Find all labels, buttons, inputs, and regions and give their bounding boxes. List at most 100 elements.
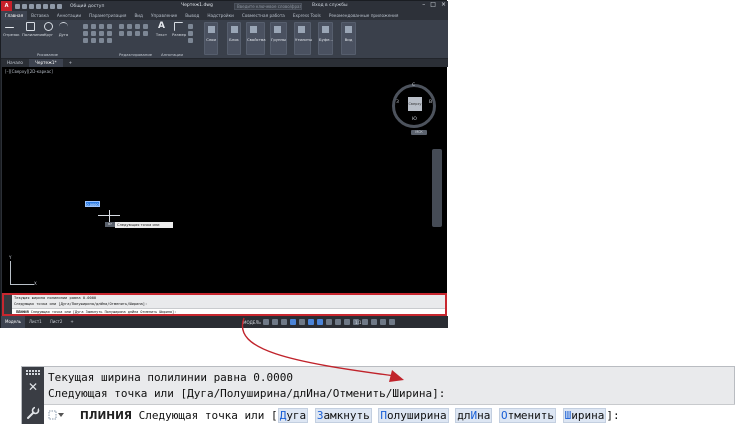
maximize-icon[interactable]: □ (430, 1, 436, 8)
rotate-icon[interactable] (107, 24, 112, 29)
ribbon-tab[interactable]: Вставка (27, 11, 53, 20)
command-line-handle[interactable] (4, 295, 12, 314)
wrench-icon[interactable] (26, 406, 40, 420)
ribbon-tab[interactable]: Главная (1, 11, 28, 20)
drawing-area[interactable]: [–][Сверху][2D-каркас] Сверху С Ю З В МС… (2, 67, 447, 293)
trim-icon[interactable] (83, 31, 88, 36)
ribbon-tab[interactable]: Рекомендованные приложения (325, 11, 403, 20)
clean-screen-icon[interactable] (380, 319, 386, 325)
dynamic-input-field[interactable]: 0.0000 (85, 201, 100, 207)
osnap-icon[interactable] (308, 319, 314, 325)
option-undo[interactable]: Отменить (499, 408, 557, 423)
scale-icon[interactable] (91, 38, 96, 43)
copy-icon[interactable] (91, 31, 96, 36)
compass-south[interactable]: Ю (412, 117, 417, 122)
otrack-icon[interactable] (317, 319, 323, 325)
isolate-icon[interactable] (371, 319, 377, 325)
option-small-2[interactable]: Полуширина (105, 310, 126, 314)
annotation-group-label[interactable]: Аннотации (161, 52, 183, 57)
table-icon[interactable] (188, 31, 193, 36)
leader-icon[interactable] (188, 24, 193, 29)
circle-tool[interactable]: Круг (42, 22, 55, 37)
option-halfwidth[interactable]: Полуширина (378, 408, 449, 423)
open-icon[interactable] (22, 3, 27, 9)
break-icon[interactable] (143, 24, 148, 29)
option-small-5[interactable]: Ширина (159, 310, 172, 314)
add-layout-icon[interactable]: + (66, 316, 77, 328)
dimension-tool[interactable]: Размер (172, 22, 186, 37)
rect-icon[interactable] (83, 24, 88, 29)
ortho-icon[interactable] (281, 319, 287, 325)
isodraft-icon[interactable] (299, 319, 305, 325)
save-as-icon[interactable] (36, 3, 41, 9)
command-input-small[interactable]: ПЛИНИЯ Следующая точка или [Дуга Замкнут… (12, 308, 445, 314)
polyline-tool[interactable]: Полилиния (22, 22, 44, 37)
command-line-highlighted[interactable]: Текущая ширина полилинии равна 0.0000 Сл… (2, 293, 447, 316)
modify-group-label[interactable]: Редактирование (119, 52, 152, 57)
redo-icon[interactable] (57, 3, 62, 9)
recent-commands-icon[interactable] (48, 409, 66, 421)
wcs-menu[interactable]: МСК (411, 130, 427, 135)
tab-layout1[interactable]: Лист1 (25, 316, 46, 328)
annotation-scale-icon[interactable] (344, 319, 350, 325)
search-input[interactable]: Введите ключевое слово/фразу (234, 2, 302, 10)
ribbon-tab[interactable]: Express Tools (289, 11, 325, 20)
option-small-0[interactable]: Дуга (75, 310, 83, 314)
hatch-icon[interactable] (91, 24, 96, 29)
align-icon[interactable] (135, 31, 140, 36)
ribbon-tab[interactable]: Надстройки (203, 11, 238, 20)
app-logo[interactable]: A (1, 1, 12, 11)
erase-icon[interactable] (107, 38, 112, 43)
clipboard-panel[interactable]: Буфе... (318, 22, 333, 55)
ribbon-tab[interactable]: Вывод (181, 11, 203, 20)
line-tool[interactable]: Отрезок (3, 22, 20, 37)
chamfer-icon[interactable] (119, 31, 124, 36)
option-small-3[interactable]: длИна (128, 310, 139, 314)
command-input[interactable]: ПЛИНИЯ Следующая точка или [Дуга Замкнут… (44, 404, 735, 424)
transparency-icon[interactable] (335, 319, 341, 325)
groups-panel[interactable]: Группы (270, 22, 287, 55)
view-panel[interactable]: Вид (341, 22, 356, 55)
offset-icon[interactable] (119, 24, 124, 29)
properties-panel[interactable]: Свойства (246, 22, 266, 55)
ribbon-tab[interactable]: Аннотации (53, 11, 85, 20)
ribbon-tab[interactable]: Управление (147, 11, 181, 20)
arc-tool[interactable]: Дуга (57, 22, 70, 37)
mark-icon[interactable] (188, 38, 193, 43)
viewport-controls[interactable]: [–][Сверху][2D-каркас] (5, 69, 53, 74)
option-arc[interactable]: Дуга (277, 408, 309, 423)
share-button[interactable]: Общий доступ (70, 4, 104, 9)
block-panel[interactable]: Блок (227, 22, 241, 55)
viewcube-top-face[interactable]: Сверху (408, 97, 422, 111)
array-icon[interactable] (99, 38, 104, 43)
extend-icon[interactable] (127, 31, 132, 36)
command-line-zoomed[interactable]: ✕ Текущая ширина полилинии равна 0.0000 … (21, 366, 735, 424)
compass-north[interactable]: С (412, 83, 415, 88)
ribbon-tab[interactable]: Параметризация (85, 11, 130, 20)
fillet-icon[interactable] (107, 31, 112, 36)
snap-icon[interactable] (272, 319, 278, 325)
explode-icon[interactable] (127, 24, 132, 29)
minimize-icon[interactable]: – (422, 1, 425, 8)
compass-east[interactable]: В (429, 100, 432, 105)
new-tab-icon[interactable]: + (63, 59, 79, 67)
ribbon-tab[interactable]: Совместная работа (238, 11, 289, 20)
tab-model[interactable]: Модель (1, 316, 26, 328)
option-width[interactable]: Ширина (562, 408, 607, 423)
stretch-icon[interactable] (83, 38, 88, 43)
tab-drawing1[interactable]: Чертеж1* (29, 59, 63, 67)
join-icon[interactable] (135, 24, 140, 29)
scale-label[interactable]: 1:1 (355, 320, 361, 325)
model-space-button[interactable]: МОДЕЛЬ (243, 320, 261, 325)
utilities-panel[interactable]: Утилиты (294, 22, 312, 55)
mirror-icon[interactable] (99, 31, 104, 36)
lengthen-icon[interactable] (143, 31, 148, 36)
close-window-icon[interactable]: × (441, 1, 446, 8)
customize-icon[interactable] (389, 319, 395, 325)
option-length[interactable]: длИна (455, 408, 493, 423)
save-icon[interactable] (29, 3, 34, 9)
grip-icon[interactable] (26, 370, 40, 376)
tab-layout2[interactable]: Лист2 (46, 316, 67, 328)
plot-icon[interactable] (43, 3, 48, 9)
tab-start[interactable]: Начало (1, 59, 29, 67)
